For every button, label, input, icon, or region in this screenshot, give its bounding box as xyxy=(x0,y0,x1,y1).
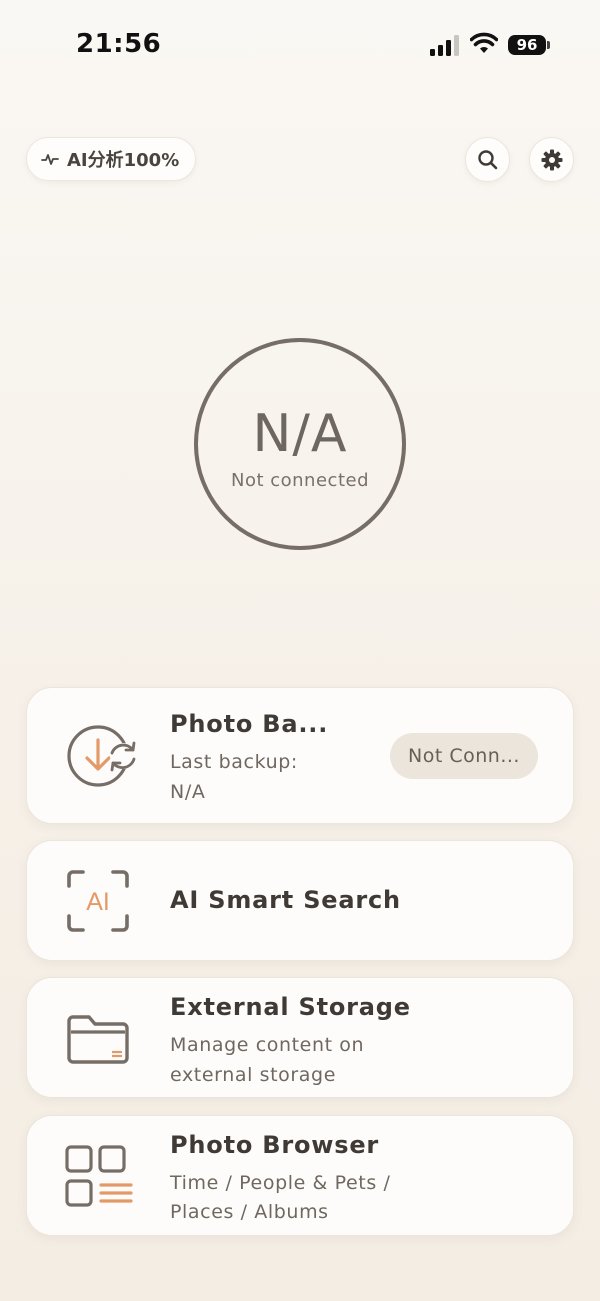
photo-backup-card[interactable]: Photo Ba... Last backup: N/A Not Conn... xyxy=(26,687,574,824)
ai-scan-icon: AI xyxy=(67,870,129,932)
photo-backup-icon xyxy=(67,725,136,787)
gear-icon xyxy=(541,149,562,170)
search-button[interactable] xyxy=(465,137,510,182)
external-storage-card[interactable]: External Storage Manage content on exter… xyxy=(26,977,574,1098)
battery-tip xyxy=(547,41,550,49)
connection-value: N/A xyxy=(252,404,348,464)
battery-indicator: 96 xyxy=(508,35,546,55)
external-storage-desc-line2: external storage xyxy=(170,1064,336,1086)
backup-status-pill[interactable]: Not Conn... xyxy=(390,733,538,779)
photo-browser-desc-line2: Places / Albums xyxy=(170,1201,329,1223)
folder-icon xyxy=(67,1015,129,1064)
ai-analysis-chip[interactable]: AI分析100% xyxy=(26,137,197,181)
ai-icon-text: AI xyxy=(86,888,110,916)
external-storage-desc-line1: Manage content on xyxy=(170,1034,365,1056)
photo-browser-card[interactable]: Photo Browser Time / People & Pets / Pla… xyxy=(26,1115,574,1236)
photo-backup-title: Photo Ba... xyxy=(170,710,329,738)
photo-browser-desc-line1: Time / People & Pets / xyxy=(170,1172,391,1194)
activity-pulse-icon xyxy=(41,154,59,165)
wifi-icon xyxy=(470,32,498,53)
ai-smart-search-card[interactable]: AI AI Smart Search xyxy=(26,840,574,961)
connection-status-text: Not connected xyxy=(230,470,369,491)
settings-button[interactable] xyxy=(529,137,574,182)
photo-browser-title: Photo Browser xyxy=(170,1131,380,1159)
status-bar: 21:56 96 xyxy=(0,0,600,90)
last-backup-label: Last backup: xyxy=(170,751,298,773)
status-time: 21:56 xyxy=(76,29,162,59)
external-storage-title: External Storage xyxy=(170,993,411,1021)
ai-analysis-label: AI分析100% xyxy=(67,150,180,171)
connection-status-ring[interactable]: N/A Not connected xyxy=(194,338,406,550)
ai-smart-search-title: AI Smart Search xyxy=(170,886,401,914)
cellular-signal-icon xyxy=(430,35,459,56)
search-icon xyxy=(477,149,497,169)
last-backup-value: N/A xyxy=(170,781,206,803)
grid-browser-icon xyxy=(65,1145,133,1207)
